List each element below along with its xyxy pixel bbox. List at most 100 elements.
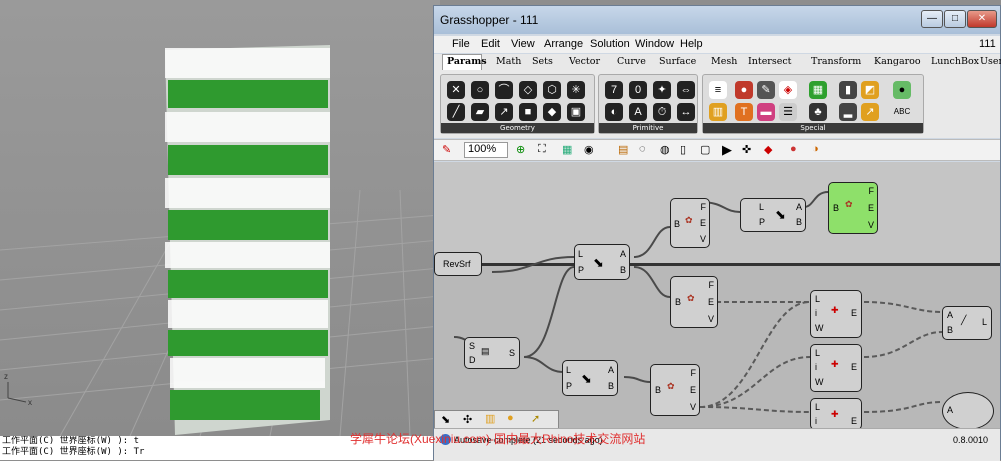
tab-surface[interactable]: Surface — [659, 56, 696, 67]
clipboard-icon[interactable]: ▯ — [680, 143, 686, 156]
button-icon[interactable]: T — [735, 103, 753, 121]
fit-icon[interactable]: ⛶ — [538, 143, 546, 156]
mesh-param-icon[interactable]: ✳ — [567, 81, 585, 99]
close-button[interactable]: ✕ — [967, 10, 997, 28]
menu-file[interactable]: File — [452, 38, 470, 50]
menu-view[interactable]: View — [511, 38, 535, 50]
open-icon[interactable]: ▤ — [618, 143, 628, 156]
box-param-icon[interactable]: ■ — [519, 103, 537, 121]
point-param-icon[interactable]: ✕ — [447, 81, 465, 99]
tab-intersect[interactable]: Intersect — [748, 56, 792, 67]
menu-solution[interactable]: Solution — [590, 38, 630, 50]
path-param-icon[interactable]: ✦ — [653, 81, 671, 99]
display-icon[interactable]: ● — [790, 143, 797, 155]
param-viewer-icon[interactable]: ● — [735, 81, 753, 99]
tab-lunchbox[interactable]: LunchBox — [931, 56, 979, 67]
time-param-icon[interactable]: ⏱ — [653, 103, 671, 121]
menu-arrange[interactable]: Arrange — [544, 38, 583, 50]
tab-mesh[interactable]: Mesh — [711, 56, 737, 67]
bake-icon[interactable]: ◆ — [764, 143, 772, 156]
revsrf-component[interactable]: RevSrf — [434, 252, 482, 276]
tab-transform[interactable]: Transform — [811, 56, 861, 67]
graph-mapper-icon[interactable]: ≡ — [709, 81, 727, 99]
plane-param-icon[interactable]: ▰ — [471, 103, 489, 121]
zoom-field[interactable]: 100% — [464, 142, 508, 158]
boolean-param-icon[interactable]: ⇔ — [677, 81, 695, 99]
geometry-param-icon[interactable]: ◆ — [543, 103, 561, 121]
arrow-icon[interactable]: ➚ — [531, 412, 540, 425]
circle-param-icon[interactable]: ○ — [471, 81, 489, 99]
menu-help[interactable]: Help — [680, 38, 703, 50]
tree-icon[interactable]: ♣ — [809, 103, 827, 121]
text-tag-icon[interactable]: ABC — [893, 103, 911, 121]
minimize-button[interactable]: — — [921, 10, 943, 28]
tab-sets[interactable]: Sets — [532, 56, 553, 67]
colour-param-icon[interactable]: ◐ — [605, 103, 623, 121]
brep-components-node[interactable]: B ✿ F E V — [650, 364, 700, 416]
tab-kangaroo[interactable]: Kangaroo — [874, 56, 921, 67]
maximize-button[interactable]: □ — [944, 10, 966, 28]
bars-icon[interactable]: ▥ — [485, 412, 495, 425]
list-icon[interactable]: ☰ — [779, 103, 797, 121]
port-label: L — [759, 202, 765, 212]
stop-icon[interactable]: ▢ — [700, 143, 710, 156]
menu-edit[interactable]: Edit — [481, 38, 500, 50]
port-label: B — [607, 381, 614, 391]
gh-canvas[interactable]: RevSrf L P ⬊ A B B ✿ F E V L P ⬊ A B B ✿… — [434, 162, 1000, 430]
number-param-icon[interactable]: 0 — [629, 81, 647, 99]
render-icon[interactable]: ◑ — [812, 143, 819, 155]
search-bar[interactable]: ⬊ ✣ ▥ ● ➚ — [434, 410, 559, 430]
tab-user[interactable]: User — [980, 56, 1001, 67]
jump-icon[interactable]: ◈ — [779, 81, 797, 99]
list-item-component[interactable]: L i ✚ E — [810, 398, 862, 430]
node-icon[interactable]: ✣ — [463, 413, 472, 426]
chart-icon[interactable]: ↗ — [861, 103, 879, 121]
histogram-icon[interactable]: ▂ — [839, 103, 857, 121]
rhino-viewport[interactable]: z x — [0, 0, 440, 460]
list-item-component[interactable]: L i W ✚ E — [810, 290, 862, 338]
image-sampler-icon[interactable]: ✎ — [757, 81, 775, 99]
map-icon[interactable]: ▦ — [562, 143, 572, 156]
integer-param-icon[interactable]: 7 — [605, 81, 623, 99]
vector-param-icon[interactable]: ↗ — [495, 103, 513, 121]
brep-components-node[interactable]: B ✿ F E V — [670, 276, 718, 328]
brep-components-node[interactable]: B ✿ F E V — [670, 198, 710, 248]
port-label: B — [675, 297, 682, 307]
tab-vector[interactable]: Vector — [569, 56, 600, 67]
surface-param-icon[interactable]: ◇ — [519, 81, 537, 99]
brush-icon[interactable]: ✎ — [442, 143, 451, 156]
graph-icon[interactable]: ▮ — [839, 81, 857, 99]
deconstruct-component[interactable]: L P ⬊ A B — [574, 244, 630, 280]
tab-params[interactable]: Params — [447, 56, 487, 67]
brep-param-icon[interactable]: ⬡ — [543, 81, 561, 99]
shader-param-icon[interactable]: ↔ — [677, 103, 695, 121]
deconstruct-component[interactable]: L P ⬊ A B — [562, 360, 618, 396]
tab-curve[interactable]: Curve — [617, 56, 646, 67]
preview-icon[interactable]: ✜ — [742, 143, 751, 156]
tab-math[interactable]: Math — [496, 56, 521, 67]
group-icon[interactable]: ◍ — [660, 143, 670, 156]
deconstruct-icon[interactable]: ⬊ — [441, 413, 450, 426]
sketch-icon[interactable]: ◌ — [639, 143, 646, 155]
brep-components-node-selected[interactable]: B ✿ F E V — [828, 182, 878, 234]
deconstruct-component[interactable]: L P ⬊ A B — [740, 198, 806, 232]
blob-icon[interactable]: ● — [507, 412, 514, 424]
zoom-icon[interactable]: ⊕ — [516, 143, 525, 156]
eye-icon[interactable]: ◉ — [584, 143, 594, 156]
radial-component[interactable]: A — [942, 392, 994, 430]
text-param-icon[interactable]: A — [629, 103, 647, 121]
run-icon[interactable]: ▶ — [722, 142, 732, 158]
menu-window[interactable]: Window — [635, 38, 674, 50]
line-component[interactable]: A B ╱ L — [942, 306, 992, 340]
group-param-icon[interactable]: ▣ — [567, 103, 585, 121]
sphere-icon[interactable]: ● — [893, 81, 911, 99]
bars-icon[interactable]: ▥ — [709, 103, 727, 121]
colour-swatch-icon[interactable]: ▦ — [809, 81, 827, 99]
shift-component[interactable]: S D ▤ S — [464, 337, 520, 369]
title-bar[interactable]: Grasshopper - 111 — □ ✕ — [434, 6, 1000, 34]
list-item-component[interactable]: L i W ✚ E — [810, 344, 862, 392]
curve-param-icon[interactable]: ⌒ — [495, 81, 513, 99]
gradient-icon[interactable]: ◩ — [861, 81, 879, 99]
line-param-icon[interactable]: ╱ — [447, 103, 465, 121]
slider-icon[interactable]: ▬ — [757, 103, 775, 121]
